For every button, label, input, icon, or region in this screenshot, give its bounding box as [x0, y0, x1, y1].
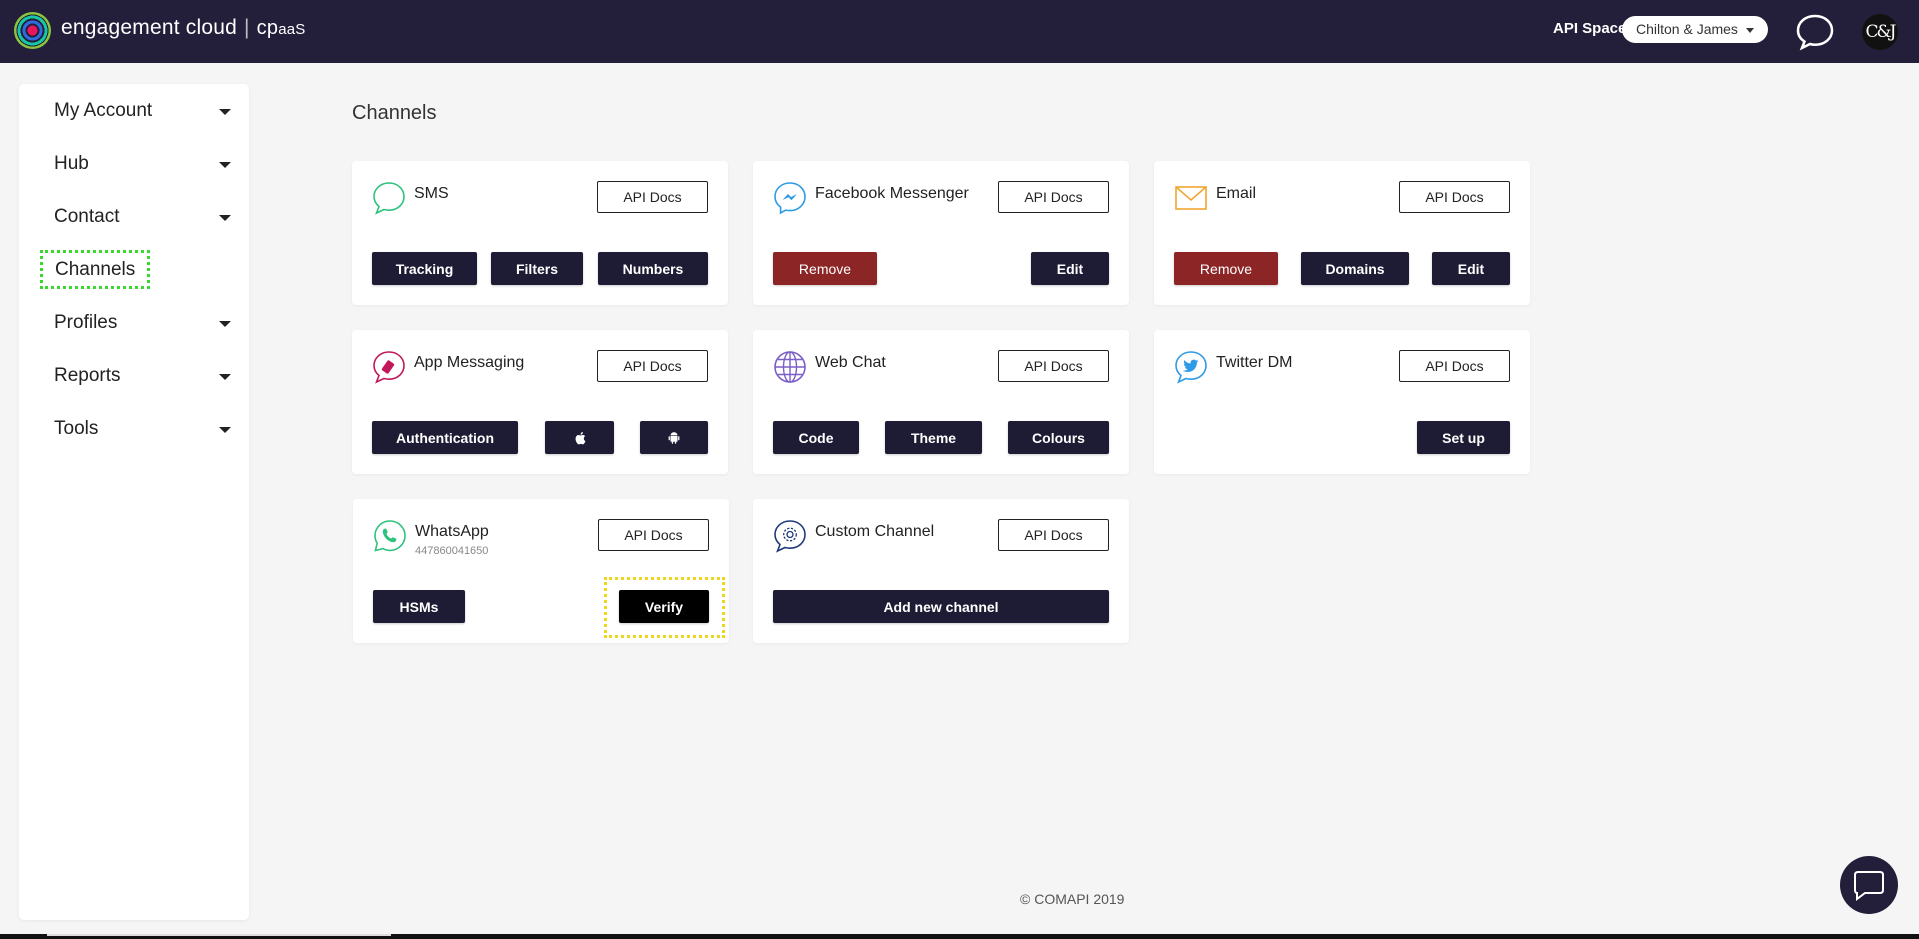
channel-card-custom-channel: Custom Channel API Docs Add new channel: [753, 499, 1129, 643]
top-bar: engagement cloud | cpaaS API Space: Chilto…: [0, 0, 1919, 63]
sidebar-item-channels[interactable]: Channels: [40, 250, 234, 289]
sidebar-item-tools[interactable]: Tools: [54, 418, 234, 448]
api-docs-button[interactable]: API Docs: [998, 519, 1109, 551]
channel-name: App Messaging: [414, 354, 525, 371]
sms-bubble-icon: [373, 182, 405, 215]
channel-card-facebook-messenger: Facebook Messenger API Docs Remove Edit: [753, 161, 1129, 305]
tracking-button[interactable]: Tracking: [372, 252, 477, 285]
api-docs-button[interactable]: API Docs: [1399, 350, 1510, 382]
gear-bubble-icon: [774, 520, 806, 553]
apple-icon: [575, 431, 585, 444]
numbers-button[interactable]: Numbers: [598, 252, 708, 285]
channel-card-app-messaging: App Messaging API Docs Authentication: [352, 330, 728, 474]
channel-card-web-chat: Web Chat API Docs Code Theme Colours: [753, 330, 1129, 474]
page-title: Channels: [352, 102, 437, 124]
footer-copyright: © COMAPI 2019: [1020, 891, 1125, 907]
sidebar-item-my-account[interactable]: My Account: [54, 100, 234, 130]
remove-button[interactable]: Remove: [1174, 252, 1278, 285]
caret-down-icon: [219, 109, 231, 115]
channel-name: WhatsApp: [415, 523, 489, 540]
brand-suffix-aas: aaS: [278, 21, 306, 38]
android-icon: [668, 432, 680, 444]
api-docs-button[interactable]: API Docs: [597, 181, 708, 213]
caret-down-icon: [219, 427, 231, 433]
authentication-button[interactable]: Authentication: [372, 421, 518, 454]
api-docs-button[interactable]: API Docs: [598, 519, 709, 551]
chat-icon: [1854, 871, 1884, 901]
sidebar-item-label: Channels: [40, 250, 151, 289]
hsms-button[interactable]: HSMs: [373, 590, 465, 623]
channel-name: Email: [1216, 185, 1257, 202]
caret-down-icon: [219, 321, 231, 327]
channel-card-twitter-dm: Twitter DM API Docs Set up: [1154, 330, 1530, 474]
messenger-icon: [774, 182, 806, 215]
sidebar-item-label: Contact: [54, 206, 120, 227]
bottom-bar-segment: [47, 934, 391, 936]
filters-button[interactable]: Filters: [491, 252, 583, 285]
sidebar-item-label: Tools: [54, 418, 99, 439]
channel-name: Twitter DM: [1216, 354, 1293, 371]
chat-launcher-button[interactable]: [1840, 856, 1898, 914]
envelope-icon: [1175, 186, 1207, 210]
edit-button[interactable]: Edit: [1432, 252, 1510, 285]
bottom-bar: [0, 934, 1919, 939]
caret-down-icon: [219, 374, 231, 380]
channel-name: Web Chat: [815, 354, 886, 371]
api-space-label: API Space:: [1553, 20, 1632, 37]
sidebar: My Account Hub Contact Channels Profiles…: [19, 84, 249, 920]
app-messaging-icon: [373, 351, 405, 384]
sidebar-item-label: Reports: [54, 365, 121, 386]
sidebar-item-contact[interactable]: Contact: [54, 206, 234, 236]
channel-name: SMS: [414, 185, 449, 202]
add-new-channel-button[interactable]: Add new channel: [773, 590, 1109, 623]
colours-button[interactable]: Colours: [1008, 421, 1109, 454]
api-docs-button[interactable]: API Docs: [998, 350, 1109, 382]
brand-suffix-cp: cp: [256, 17, 279, 39]
apple-button[interactable]: [545, 421, 614, 454]
remove-button[interactable]: Remove: [773, 252, 877, 285]
chevron-down-icon: [1746, 28, 1754, 33]
sidebar-item-label: Hub: [54, 153, 89, 174]
sidebar-item-profiles[interactable]: Profiles: [54, 312, 234, 342]
whatsapp-icon: [374, 520, 406, 552]
chat-bubble-icon[interactable]: [1795, 13, 1835, 51]
set-up-button[interactable]: Set up: [1417, 421, 1510, 454]
avatar[interactable]: C&J: [1862, 14, 1898, 50]
channel-card-whatsapp: WhatsApp 447860041650 API Docs HSMs Veri…: [353, 499, 729, 643]
sidebar-item-label: My Account: [54, 100, 153, 121]
logo-icon[interactable]: [14, 12, 51, 49]
channel-card-email: Email API Docs Remove Domains Edit: [1154, 161, 1530, 305]
twitter-bubble-icon: [1175, 351, 1207, 384]
api-space-select[interactable]: Chilton & James: [1622, 16, 1768, 43]
sidebar-item-reports[interactable]: Reports: [54, 365, 234, 395]
edit-button[interactable]: Edit: [1031, 252, 1109, 285]
brand-title: engagement cloud | cpaaS: [61, 16, 305, 40]
theme-button[interactable]: Theme: [885, 421, 982, 454]
domains-button[interactable]: Domains: [1301, 252, 1409, 285]
channel-name: Facebook Messenger: [815, 185, 969, 202]
api-docs-button[interactable]: API Docs: [998, 181, 1109, 213]
sidebar-item-label: Profiles: [54, 312, 118, 333]
sidebar-item-hub[interactable]: Hub: [54, 153, 234, 183]
channel-card-sms: SMS API Docs Tracking Filters Numbers: [352, 161, 728, 305]
api-docs-button[interactable]: API Docs: [1399, 181, 1510, 213]
caret-down-icon: [219, 215, 231, 221]
code-button[interactable]: Code: [773, 421, 859, 454]
whatsapp-number: 447860041650: [415, 545, 489, 557]
api-space-value: Chilton & James: [1636, 21, 1738, 37]
globe-icon: [774, 351, 806, 383]
caret-down-icon: [219, 162, 231, 168]
api-docs-button[interactable]: API Docs: [597, 350, 708, 382]
brand-name: engagement cloud: [61, 16, 237, 39]
android-button[interactable]: [640, 421, 708, 454]
verify-button[interactable]: Verify: [619, 590, 709, 623]
brand-separator: |: [244, 16, 250, 39]
channel-name: Custom Channel: [815, 523, 935, 540]
